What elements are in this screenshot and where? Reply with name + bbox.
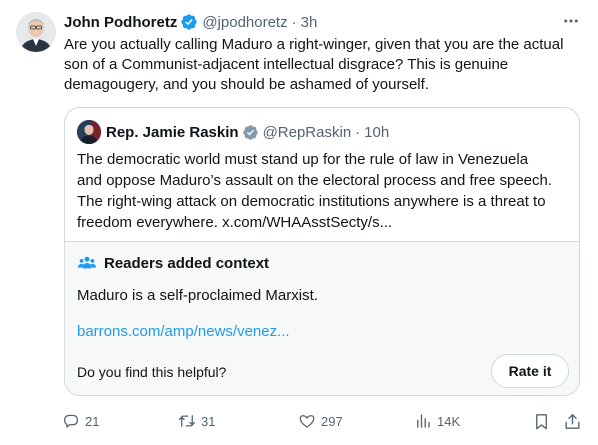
quoted-author-name[interactable]: Rep. Jamie Raskin	[106, 124, 239, 141]
views-bar-chart-icon	[417, 414, 430, 428]
gray-verified-badge-icon	[242, 124, 258, 140]
repost-icon	[178, 415, 196, 427]
repost-count: 31	[201, 413, 216, 429]
tweet-text: Are you actually calling Maduro a right-…	[64, 36, 564, 93]
quoted-timestamp[interactable]: 10h	[364, 124, 389, 141]
quoted-avatar-photo	[77, 120, 101, 144]
community-note: Readers added context Maduro is a self-p…	[65, 241, 579, 395]
quoted-author-avatar[interactable]	[77, 120, 101, 144]
tweet-header: John Podhoretz @jpodhoretz · 3h	[64, 12, 317, 32]
author-name[interactable]: John Podhoretz	[64, 14, 177, 31]
people-icon	[77, 256, 97, 269]
rate-it-button[interactable]: Rate it	[491, 354, 569, 388]
community-note-source-link[interactable]: barrons.com/amp/news/venez...	[77, 322, 290, 342]
tweet-timestamp[interactable]: 3h	[301, 14, 318, 31]
reply-button[interactable]: 21	[62, 412, 99, 430]
community-note-text: Maduro is a self-proclaimed Marxist.	[77, 287, 318, 304]
bookmark-icon	[536, 414, 547, 430]
bookmark-button[interactable]	[532, 412, 551, 436]
quoted-dot-separator: ·	[355, 123, 361, 141]
more-options-icon	[564, 19, 578, 23]
views-button[interactable]: 14K	[414, 412, 460, 430]
reply-icon	[63, 414, 79, 428]
heart-icon	[299, 415, 315, 428]
view-count: 14K	[437, 413, 461, 429]
tweet-actions: 21 31 297 14K	[62, 412, 582, 434]
verified-badge-icon	[181, 14, 198, 30]
community-note-title-text: Readers added context	[104, 254, 270, 272]
community-note-title: Readers added context	[77, 253, 269, 273]
quoted-author-handle[interactable]: @RepRaskin	[263, 124, 352, 141]
like-button[interactable]: 297	[298, 412, 343, 430]
reply-count: 21	[85, 413, 100, 429]
more-options-button[interactable]	[560, 10, 582, 32]
like-count: 297	[321, 413, 343, 429]
quoted-tweet-card[interactable]: Rep. Jamie Raskin @RepRaskin · 10h The d…	[64, 107, 580, 396]
quoted-tweet-text: The democratic world must stand up for t…	[77, 151, 553, 231]
helpful-question: Do you find this helpful?	[77, 364, 227, 380]
author-handle[interactable]: @jpodhoretz	[202, 14, 287, 31]
share-button[interactable]	[563, 412, 582, 436]
dot-separator: ·	[291, 13, 297, 31]
quoted-tweet-header: Rep. Jamie Raskin @RepRaskin · 10h	[106, 120, 389, 144]
author-avatar[interactable]	[16, 12, 56, 52]
share-icon	[565, 414, 580, 429]
repost-button[interactable]: 31	[178, 412, 215, 430]
avatar-photo	[16, 12, 56, 52]
